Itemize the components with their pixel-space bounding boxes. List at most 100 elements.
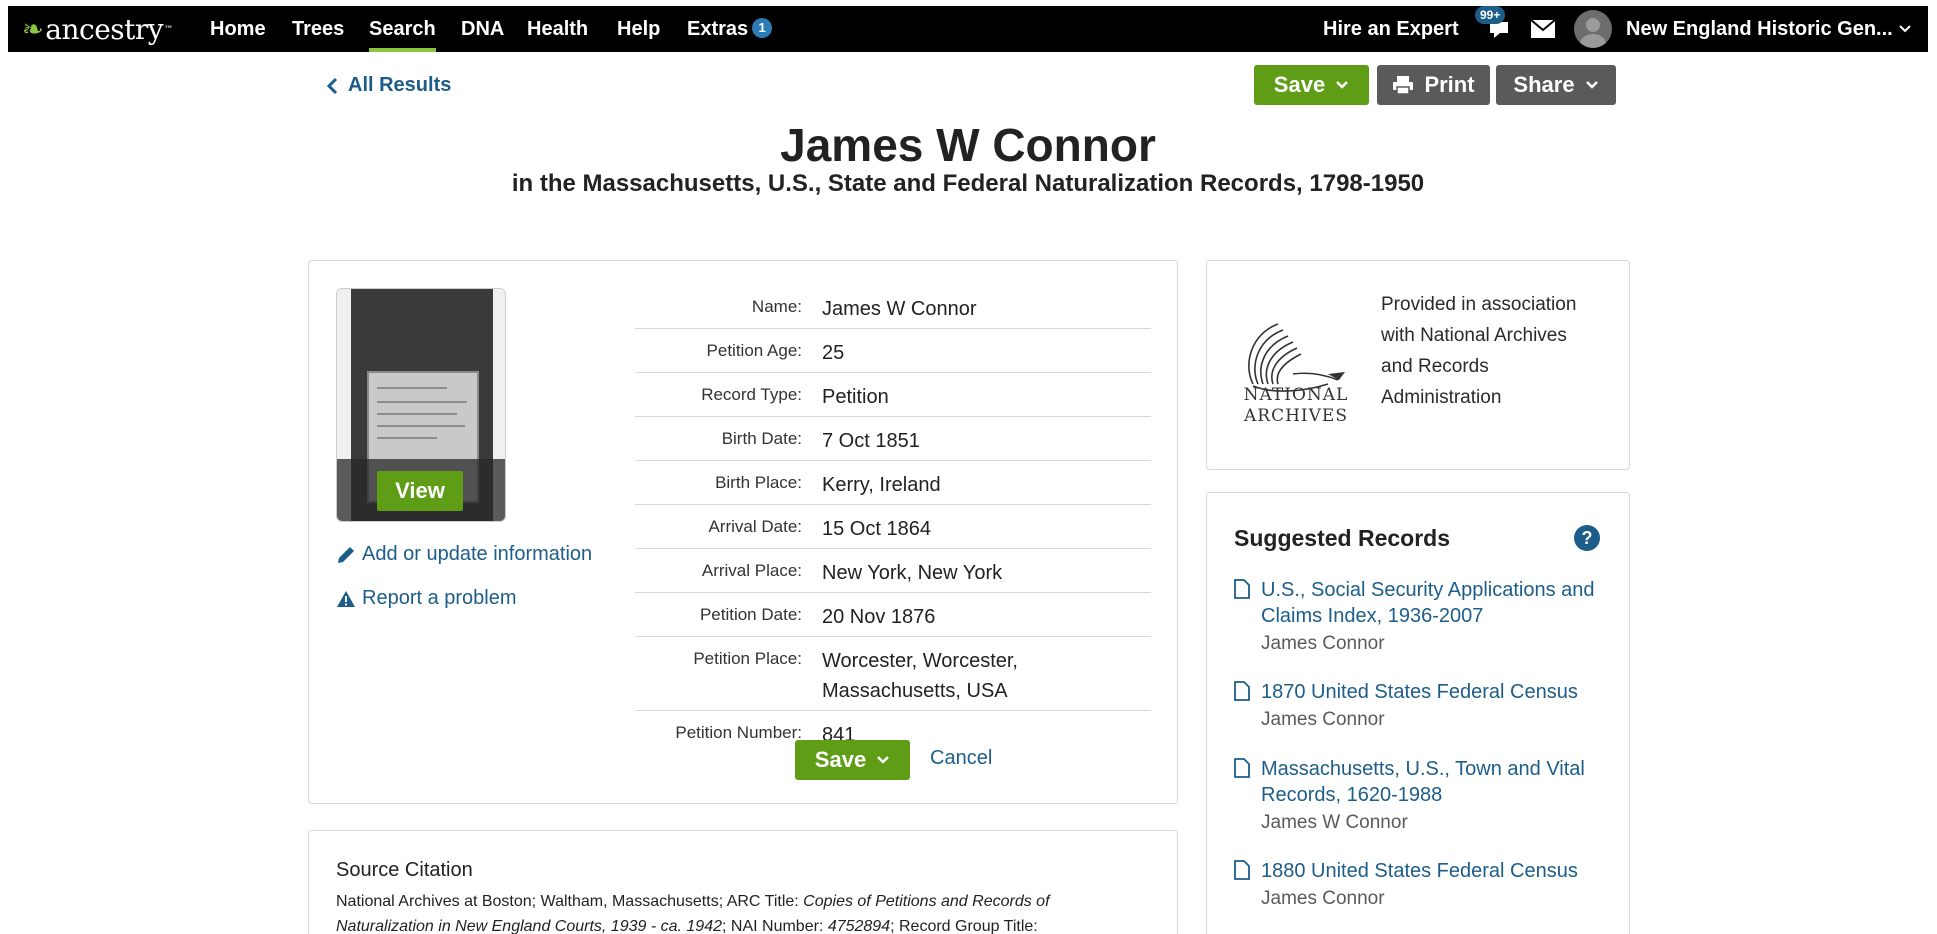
logo-text: ancestry [45, 13, 164, 46]
fact-row: Petition Age: 25 [635, 329, 1151, 373]
fact-label: Birth Date: [721, 429, 802, 448]
cancel-link[interactable]: Cancel [930, 747, 992, 770]
fact-label: Petition Age: [706, 341, 802, 360]
report-problem-link[interactable]: Report a problem [336, 587, 517, 610]
fact-row: Petition Place: Worcester, Worcester, Mas… [635, 637, 1151, 711]
nav-dna[interactable]: DNA [461, 6, 504, 52]
suggested-record-link[interactable]: U.S., Social Security Applications and C… [1261, 577, 1614, 629]
mail-icon[interactable] [1531, 20, 1555, 38]
document-icon [1234, 860, 1250, 880]
page-title: James W Connor [780, 119, 1156, 171]
avatar[interactable] [1574, 10, 1612, 48]
fact-value: New York, New York [822, 562, 1003, 584]
fact-row: Record Type: Petition [635, 373, 1151, 417]
chevron-down-icon [1336, 81, 1349, 89]
partner-text: Provided in association with National Ar… [1381, 294, 1577, 408]
all-results-label: All Results [348, 74, 452, 96]
fact-value: Kerry, Ireland [822, 474, 941, 496]
suggested-record-name: James Connor [1261, 633, 1385, 654]
suggested-record-link[interactable]: 1880 United States Federal Census [1261, 858, 1614, 884]
fact-value: 25 [822, 342, 845, 364]
fact-label: Name: [751, 297, 802, 316]
share-label: Share [1513, 72, 1575, 97]
document-icon [1234, 681, 1250, 701]
extras-badge: 1 [752, 18, 773, 38]
hire-expert-link[interactable]: Hire an Expert [1323, 6, 1459, 52]
nav-trees[interactable]: Trees [292, 6, 344, 52]
source-citation-card: Source Citation National Archives at Bos… [308, 830, 1178, 934]
fact-value: 20 Nov 1876 [822, 606, 936, 628]
record-save-label: Save [814, 747, 867, 772]
fact-label: Birth Place: [715, 473, 802, 492]
suggested-record-link[interactable]: 1870 United States Federal Census [1261, 679, 1614, 705]
print-label: Print [1424, 72, 1475, 97]
nav-home[interactable]: Home [210, 6, 266, 52]
fact-label: Record Type: [701, 385, 802, 404]
record-image-thumbnail[interactable]: View [336, 288, 506, 522]
chevron-left-icon [326, 77, 338, 94]
fact-value: 7 Oct 1851 [822, 430, 920, 452]
account-menu[interactable]: New England Historic Gen... [1626, 6, 1893, 52]
warning-icon [337, 590, 355, 607]
nav-help[interactable]: Help [617, 6, 660, 52]
share-button[interactable]: Share [1496, 65, 1616, 105]
ancestry-logo[interactable]: ❧ ancestry ™ [22, 13, 173, 46]
save-button[interactable]: Save [1254, 65, 1369, 105]
suggested-records-card: Suggested Records ? U.S., Social Securit… [1206, 492, 1630, 934]
save-label: Save [1273, 72, 1326, 97]
all-results-link[interactable]: All Results [326, 74, 451, 97]
fact-value: James W Connor [822, 298, 977, 320]
person-icon [1580, 18, 1606, 48]
suggested-record-name: James Connor [1261, 709, 1385, 730]
pencil-icon [338, 546, 354, 563]
fact-label: Petition Place: [693, 649, 802, 668]
fact-row: Name: James W Connor [635, 285, 1151, 329]
suggested-record-name: James W Connor [1261, 812, 1408, 833]
fact-label: Arrival Date: [708, 517, 802, 536]
record-save-button[interactable]: Save [795, 740, 910, 780]
fact-label: Petition Date: [699, 605, 802, 624]
record-facts-table: Name: James W Connor Petition Age: 25 Reco… [635, 285, 1151, 754]
nav-search[interactable]: Search [369, 6, 436, 52]
suggested-records-title: Suggested Records [1234, 525, 1450, 551]
fact-value: 15 Oct 1864 [822, 518, 931, 540]
fact-row: Arrival Place: New York, New York [635, 549, 1151, 593]
printer-icon [1393, 76, 1414, 95]
leaf-icon: ❧ [22, 14, 44, 45]
top-nav: ❧ ancestry ™ Home Trees Search DNA Health… [8, 6, 1928, 52]
print-button[interactable]: Print [1377, 65, 1490, 105]
fact-row: Petition Date: 20 Nov 1876 [635, 593, 1151, 637]
fact-row: Arrival Date: 15 Oct 1864 [635, 505, 1151, 549]
chevron-down-icon [877, 756, 890, 764]
record-card: View Add or update information Report a … [308, 260, 1178, 804]
help-icon[interactable]: ? [1574, 525, 1600, 551]
source-citation-text: National Archives at Boston; Waltham, Ma… [336, 893, 1050, 934]
document-icon [1234, 758, 1250, 778]
suggested-record-item: U.S., Social Security Applications and C… [1234, 577, 1614, 659]
fact-value: Petition [822, 386, 889, 408]
nav-extras-label: Extras [687, 18, 749, 40]
add-update-link[interactable]: Add or update information [336, 543, 592, 566]
suggested-record-item: 1880 United States Federal Census James … [1234, 858, 1614, 914]
national-archives-logo-text: NATIONAL ARCHIVES [1243, 385, 1349, 426]
chevron-down-icon [1585, 81, 1598, 89]
fact-row: Birth Date: 7 Oct 1851 [635, 417, 1151, 461]
fact-label: Arrival Place: [701, 561, 802, 580]
partner-card: NATIONAL ARCHIVES Provided in associatio… [1206, 260, 1630, 470]
fact-value: Worcester, Worcester, Massachusetts, USA [822, 650, 1018, 702]
suggested-record-name: James Connor [1261, 888, 1385, 909]
chevron-down-icon[interactable] [1898, 22, 1912, 36]
page: ❧ ancestry ™ Home Trees Search DNA Health… [8, 6, 1928, 934]
report-problem-label: Report a problem [362, 587, 517, 609]
fact-label: Petition Number: [675, 723, 802, 742]
add-update-label: Add or update information [362, 543, 593, 565]
source-citation-title: Source Citation [336, 859, 473, 881]
page-subtitle: in the Massachusetts, U.S., State and Fe… [511, 170, 1425, 197]
suggested-record-item: 1870 United States Federal Census James … [1234, 679, 1614, 735]
view-button[interactable]: View [377, 471, 463, 511]
nav-extras[interactable]: Extras 1 [687, 6, 773, 52]
document-icon [1234, 579, 1250, 599]
nav-health[interactable]: Health [527, 6, 588, 52]
suggested-record-link[interactable]: Massachusetts, U.S., Town and Vital Reco… [1261, 756, 1614, 808]
notifications-badge: 99+ [1475, 6, 1506, 24]
